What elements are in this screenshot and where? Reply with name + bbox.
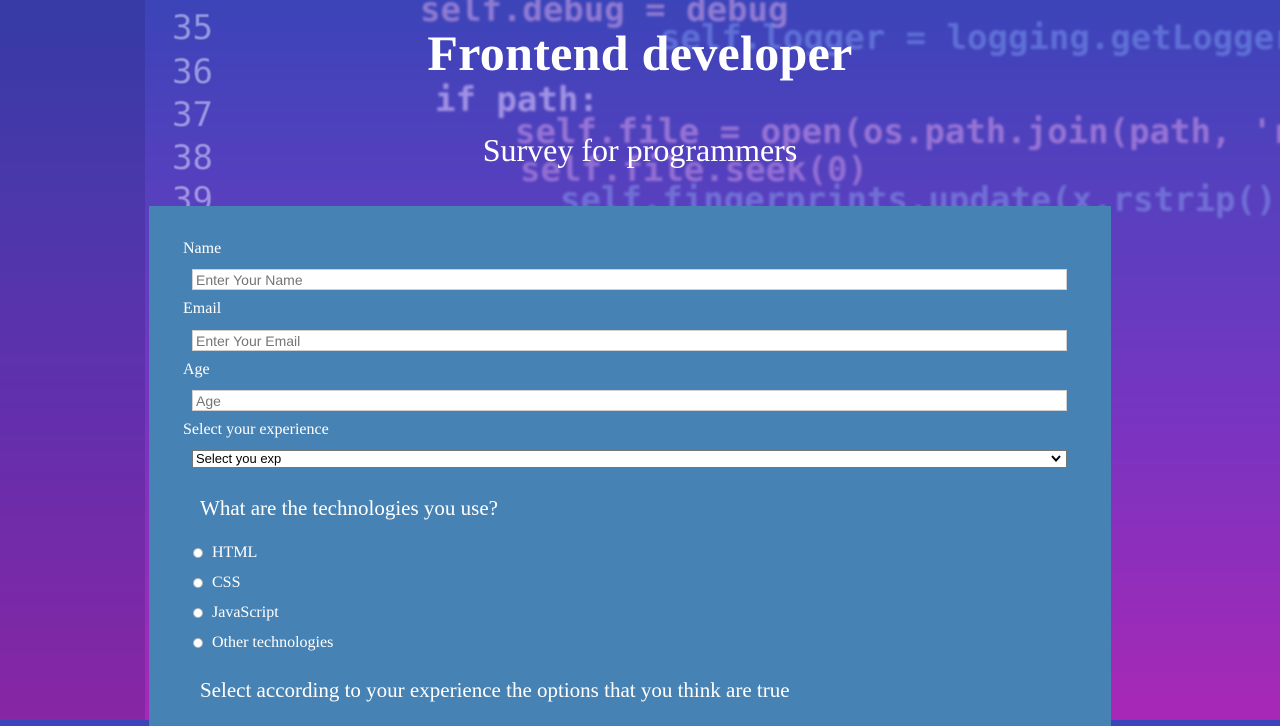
email-input[interactable] <box>192 330 1067 351</box>
technology-option[interactable]: CSS <box>192 574 240 592</box>
editor-gutter <box>0 0 145 720</box>
age-label: Age <box>183 361 210 378</box>
technology-option[interactable]: JavaScript <box>192 604 279 622</box>
page-title: Frontend developer <box>427 25 853 81</box>
radio-button[interactable] <box>193 608 203 618</box>
technology-option-label: Other technologies <box>212 634 334 651</box>
technologies-question: What are the technologies you use? <box>200 496 498 520</box>
technology-option-label: CSS <box>212 574 241 591</box>
name-label: Name <box>183 240 222 257</box>
technology-option-label: JavaScript <box>212 604 279 621</box>
survey-form: Name Email Age Select your experience Se… <box>149 206 1111 726</box>
experience-select-value: Select you exp <box>196 451 282 466</box>
technology-option[interactable]: Other technologies <box>192 634 333 652</box>
experience-question: Select according to your experience the … <box>200 678 790 702</box>
technology-option[interactable]: HTML <box>192 544 257 562</box>
name-input[interactable] <box>192 269 1067 290</box>
line-number: 37 <box>172 95 213 135</box>
radio-button[interactable] <box>193 548 203 558</box>
age-input[interactable] <box>192 390 1067 411</box>
page-subtitle: Survey for programmers <box>482 132 798 168</box>
email-label: Email <box>183 300 222 317</box>
experience-select[interactable]: Select you exp <box>192 450 1067 468</box>
radio-button[interactable] <box>193 578 203 588</box>
radio-button[interactable] <box>193 638 203 648</box>
technology-option-label: HTML <box>212 544 258 561</box>
experience-label: Select your experience <box>183 421 329 438</box>
chevron-down-icon <box>1050 451 1062 472</box>
